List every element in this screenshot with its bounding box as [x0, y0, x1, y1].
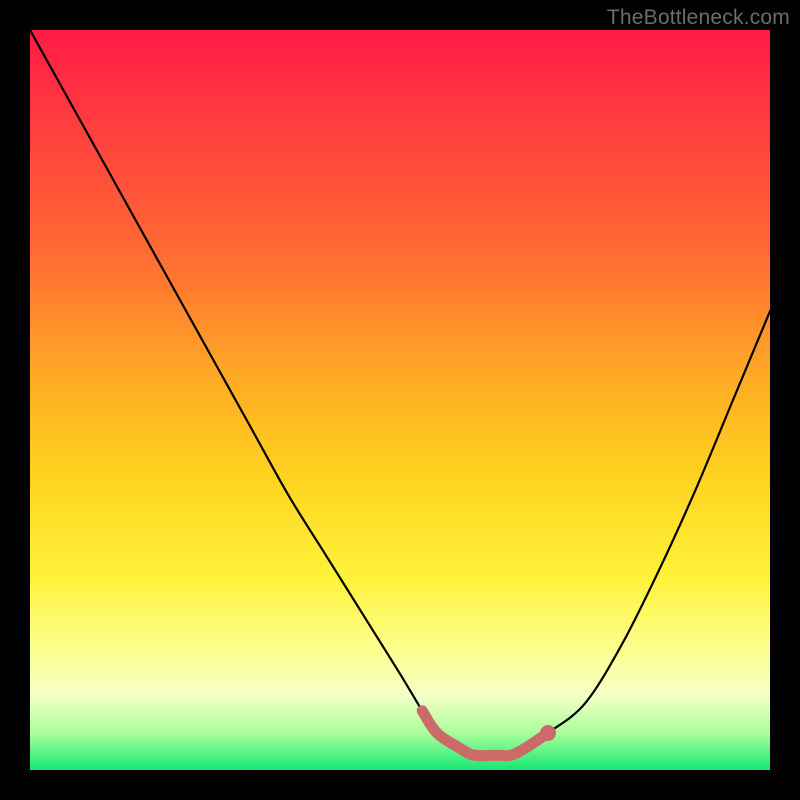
bottleneck-curve [30, 30, 770, 756]
curve-svg [30, 30, 770, 770]
plot-area [30, 30, 770, 770]
optimal-end-dot [540, 725, 556, 741]
watermark-text: TheBottleneck.com [607, 6, 790, 30]
chart-frame: TheBottleneck.com [0, 0, 800, 800]
highlight-path [422, 711, 548, 756]
curve-path [30, 30, 770, 756]
optimal-range-highlight [422, 711, 556, 756]
